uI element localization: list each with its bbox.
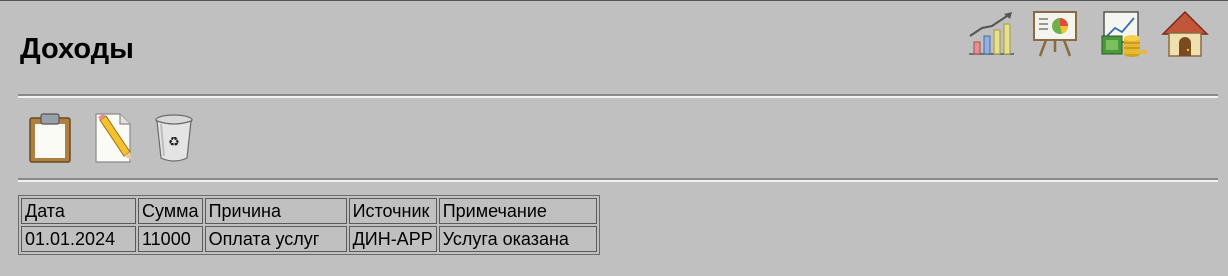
income-table: Дата Сумма Причина Источник Примечание 0… — [18, 195, 600, 255]
clipboard-icon[interactable] — [26, 112, 74, 164]
separator — [18, 94, 1218, 98]
svg-text:♻: ♻ — [168, 135, 180, 150]
cell-reason: Оплата услуг — [204, 226, 347, 252]
cell-date: 01.01.2024 — [21, 226, 136, 252]
presentation-pie-chart-icon[interactable] — [1030, 10, 1080, 58]
column-header-amount: Сумма — [138, 198, 203, 224]
home-icon[interactable] — [1160, 10, 1210, 58]
table-row[interactable]: 01.01.2024 11000 Оплата услуг ДИН-АРР Ус… — [21, 226, 597, 252]
bar-chart-icon[interactable] — [966, 10, 1016, 58]
page-title: Доходы — [20, 33, 134, 65]
top-border — [0, 0, 1228, 1]
nav-toolbar — [966, 10, 1216, 60]
column-header-source: Источник — [348, 198, 437, 224]
edit-document-icon[interactable] — [90, 112, 138, 164]
column-header-note: Примечание — [438, 198, 597, 224]
column-header-date: Дата — [21, 198, 136, 224]
separator — [18, 178, 1218, 182]
trash-icon[interactable]: ♻ — [152, 112, 200, 164]
cell-note: Услуга оказана — [438, 226, 597, 252]
column-header-reason: Причина — [204, 198, 347, 224]
cell-amount: 11000 — [138, 226, 203, 252]
table-header-row: Дата Сумма Причина Источник Примечание — [21, 198, 597, 224]
cell-source: ДИН-АРР — [348, 226, 437, 252]
money-chart-icon[interactable] — [1098, 10, 1148, 58]
